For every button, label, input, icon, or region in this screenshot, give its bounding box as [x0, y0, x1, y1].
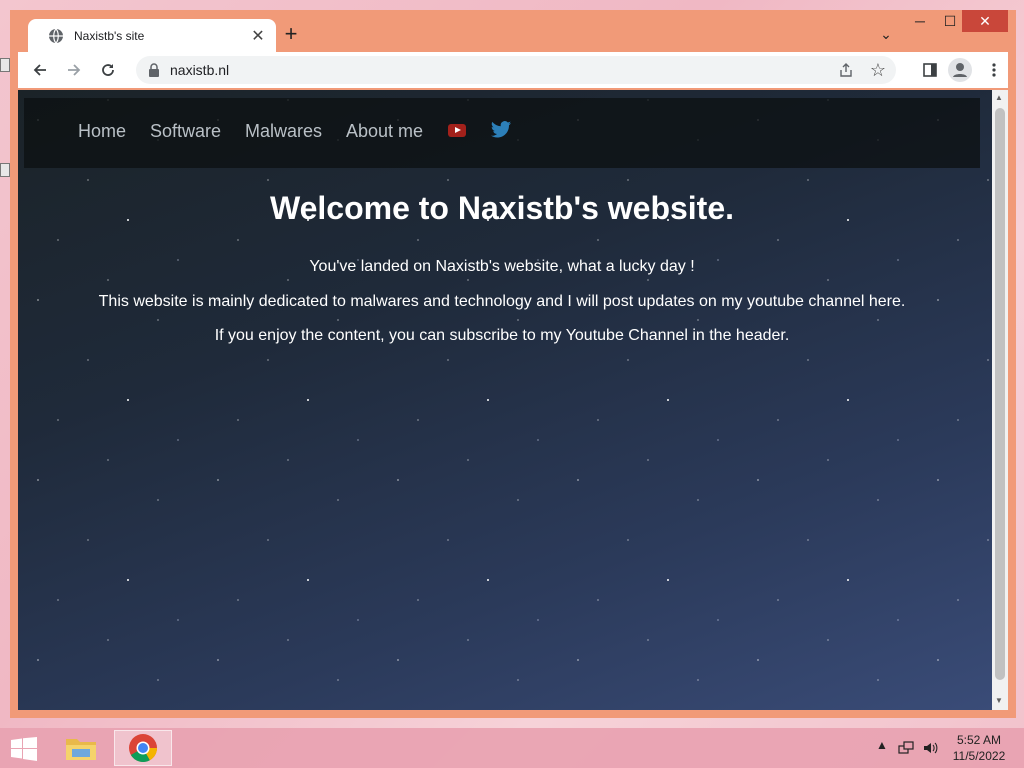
desktop-icon-partial[interactable] [0, 58, 10, 72]
share-icon[interactable] [838, 62, 854, 78]
nav-malwares[interactable]: Malwares [245, 121, 322, 142]
back-button[interactable] [28, 58, 52, 82]
scrollbar-thumb[interactable] [995, 108, 1005, 680]
taskbar-clock[interactable]: 5:52 AM 11/5/2022 [944, 732, 1014, 764]
new-tab-button[interactable]: + [280, 23, 302, 46]
nav-about-me[interactable]: About me [346, 121, 423, 142]
scroll-down-arrow-icon[interactable]: ▼ [995, 696, 1003, 705]
clock-time: 5:52 AM [956, 733, 1002, 747]
side-panel-icon [923, 63, 937, 77]
tab-title: Naxistb's site [74, 28, 145, 43]
globe-icon [49, 28, 63, 43]
maximize-button[interactable]: ☐ [936, 10, 964, 32]
network-icon[interactable] [898, 740, 914, 756]
hero-line-1: You've landed on Naxistb's website, what… [309, 258, 695, 275]
taskbar-file-explorer[interactable] [54, 730, 108, 766]
scroll-up-arrow-icon[interactable]: ▲ [995, 93, 1003, 102]
taskbar-chrome[interactable] [114, 730, 172, 766]
hero-line-3: If you enjoy the content, you can subscr… [214, 327, 790, 344]
hero-line-2: This website is mainly dedicated to malw… [98, 293, 906, 310]
folder-icon [66, 739, 96, 760]
browser-toolbar: naxistb.nl ☆ [18, 52, 1008, 88]
hero-title: Welcome to Naxistb's website. [269, 190, 735, 226]
lock-icon [149, 63, 159, 77]
minimize-button[interactable]: ─ [906, 10, 934, 32]
tab-search-chevron-icon[interactable]: ⌄ [876, 26, 896, 46]
taskbar: ▲ 5:52 AM 11/5/2022 [0, 728, 1024, 768]
browser-tab[interactable]: Naxistb's site ✕ [28, 19, 276, 52]
nav-home[interactable]: Home [78, 121, 126, 142]
desktop-icon-partial[interactable] [0, 163, 10, 177]
page-viewport: Home Software Malwares About me Welcome … [18, 90, 1008, 710]
vertical-scrollbar[interactable]: ▲ ▼ [992, 90, 1008, 710]
side-panel-button[interactable] [918, 58, 942, 82]
bookmark-star-icon[interactable]: ☆ [870, 60, 886, 80]
back-arrow-icon [33, 64, 46, 76]
menu-button[interactable] [982, 58, 1006, 82]
site-navbar: Home Software Malwares About me [24, 98, 980, 168]
youtube-icon[interactable] [448, 124, 466, 137]
title-bar: Naxistb's site ✕ + ⌄ ─ ☐ ✕ [10, 10, 1016, 52]
chrome-icon [129, 734, 158, 763]
nav-software[interactable]: Software [150, 121, 221, 142]
twitter-icon[interactable] [490, 120, 512, 140]
forward-arrow-icon [68, 64, 81, 76]
address-bar[interactable]: naxistb.nl ☆ [136, 56, 896, 84]
profile-avatar[interactable] [948, 58, 972, 82]
browser-window: Naxistb's site ✕ + ⌄ ─ ☐ ✕ naxistb.nl ☆ [10, 10, 1016, 718]
url-text: naxistb.nl [170, 62, 230, 78]
volume-icon[interactable] [922, 740, 938, 756]
clock-date: 11/5/2022 [952, 749, 1006, 763]
windows-start-icon[interactable] [10, 737, 38, 761]
profile-person-icon [953, 63, 967, 77]
show-hidden-icons-icon[interactable]: ▲ [876, 738, 888, 752]
reload-button[interactable] [96, 58, 120, 82]
reload-icon [102, 64, 114, 76]
forward-button[interactable] [62, 58, 86, 82]
close-window-button[interactable]: ✕ [962, 10, 1008, 32]
kebab-menu-icon [992, 63, 996, 77]
tab-close-icon[interactable]: ✕ [250, 26, 266, 46]
